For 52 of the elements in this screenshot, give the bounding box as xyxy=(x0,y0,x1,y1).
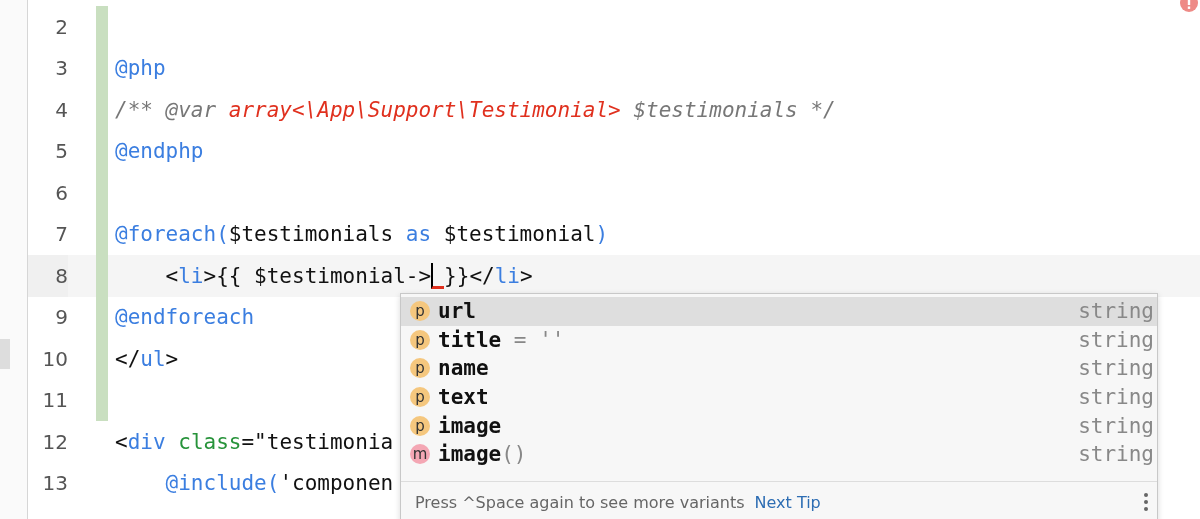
code-line: <div class="testimonia xyxy=(115,429,394,454)
completion-name: text xyxy=(438,385,489,410)
code-line: <li>{{ $testimonial-> xyxy=(164,263,432,288)
completion-item[interactable]: p text string xyxy=(401,382,1157,412)
line-number: 9 xyxy=(55,305,68,330)
completion-type: string xyxy=(1078,356,1154,381)
completion-name: url xyxy=(438,299,476,324)
next-tip-link[interactable]: Next Tip xyxy=(754,492,821,512)
completion-suffix: = '' xyxy=(512,327,565,352)
text-cursor-icon xyxy=(431,262,445,289)
line-number: 5 xyxy=(55,139,68,164)
code-line: @endforeach xyxy=(115,305,255,330)
completion-type: string xyxy=(1078,413,1154,438)
kind-badge: p xyxy=(410,415,430,436)
code-line: /** @var array<\App\Support\Testimonial> $testimonials */ xyxy=(115,97,836,122)
code-line: </ul> xyxy=(115,346,179,371)
code-line: @php xyxy=(115,56,166,81)
completion-name: image xyxy=(438,442,502,467)
completion-item[interactable]: p url string xyxy=(401,297,1157,326)
kind-badge: p xyxy=(410,387,430,408)
line-number: 11 xyxy=(42,388,68,413)
completion-type: string xyxy=(1078,442,1154,467)
hint-text: Press ^Space again to see more variants xyxy=(415,492,745,512)
line-number: 4 xyxy=(55,97,68,122)
code-line: }}</li> xyxy=(444,263,533,288)
line-number: 12 xyxy=(42,429,68,454)
line-number: 3 xyxy=(55,56,68,81)
line-number: 2 xyxy=(55,14,68,39)
line-number: 8 xyxy=(55,263,68,288)
completion-name: name xyxy=(438,356,489,381)
completion-type: string xyxy=(1078,327,1154,352)
kind-badge: p xyxy=(410,329,430,350)
code-line: @foreach($testimonials as $testimonial) xyxy=(115,222,609,247)
completion-name: image xyxy=(438,413,502,438)
kind-badge: m xyxy=(410,444,430,465)
more-options-icon[interactable] xyxy=(1143,492,1149,512)
completion-suffix: () xyxy=(501,442,527,467)
completion-item[interactable]: p name string xyxy=(401,354,1157,383)
code-line: @include('componen xyxy=(164,471,394,496)
line-number: 6 xyxy=(55,180,68,205)
completion-name: title xyxy=(438,327,502,352)
completion-item[interactable]: m image() string xyxy=(401,439,1157,469)
line-number: 7 xyxy=(55,222,68,247)
completion-type: string xyxy=(1078,385,1154,410)
completion-type: string xyxy=(1078,299,1154,324)
kind-badge: p xyxy=(410,301,430,322)
code-line: @endphp xyxy=(115,139,204,164)
completion-item[interactable]: p title = '' string xyxy=(401,325,1157,355)
completion-item[interactable]: p image string xyxy=(401,411,1157,440)
kind-badge: p xyxy=(410,358,430,379)
line-number: 10 xyxy=(42,346,68,371)
line-number: 13 xyxy=(42,471,68,496)
